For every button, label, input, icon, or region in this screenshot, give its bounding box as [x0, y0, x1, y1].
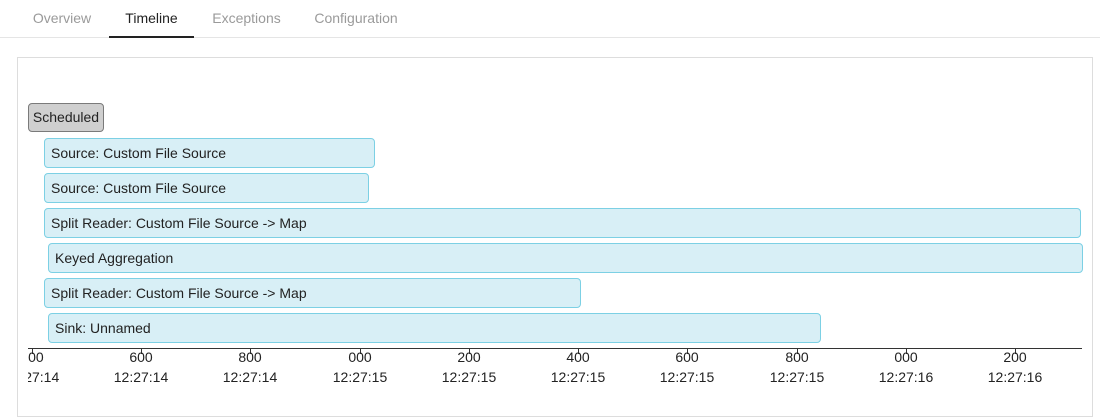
axis-tick-sublabel: 12:27:16	[987, 369, 1043, 385]
axis-tick-sublabel: 12:27:15	[550, 369, 606, 385]
axis-tick-label: 600	[129, 349, 153, 365]
axis-tick-sublabel: 12:27:16	[878, 369, 934, 385]
tab-configuration[interactable]: Configuration	[302, 0, 410, 38]
axis-tick-sublabel: 12:27:14	[222, 369, 278, 385]
tab-bar: Overview Timeline Exceptions Configurati…	[0, 0, 1100, 38]
group-label-scheduled: Scheduled	[28, 103, 104, 132]
axis-tick-label: 400	[566, 349, 590, 365]
timeline-item-split-reader-1[interactable]: Split Reader: Custom File Source -> Map	[44, 208, 1081, 238]
axis-tick-label: 600	[675, 349, 699, 365]
timeline-item-source-1[interactable]: Source: Custom File Source	[44, 138, 375, 168]
time-axis: 400 12:27:14 600 12:27:14 800 12:27:14 0…	[28, 349, 1100, 389]
tab-exceptions[interactable]: Exceptions	[199, 0, 294, 38]
axis-tick-sublabel: 12:27:15	[441, 369, 497, 385]
axis-tick-label: 200	[1003, 349, 1027, 365]
axis-tick-label: 000	[894, 349, 918, 365]
axis-tick-sublabel: 12:27:15	[332, 369, 388, 385]
timeline-item-split-reader-2[interactable]: Split Reader: Custom File Source -> Map	[44, 278, 581, 308]
axis-tick-label: 400	[28, 349, 44, 365]
axis-tick-sublabel: 12:27:15	[659, 369, 715, 385]
axis-tick-label: 000	[348, 349, 372, 365]
timeline-item-keyed-aggregation[interactable]: Keyed Aggregation	[48, 243, 1083, 273]
axis-tick-sublabel: 12:27:14	[113, 369, 169, 385]
axis-tick-label: 800	[238, 349, 262, 365]
axis-tick-label: 800	[785, 349, 809, 365]
tab-overview[interactable]: Overview	[20, 0, 104, 38]
timeline-item-sink[interactable]: Sink: Unnamed	[48, 313, 821, 343]
tab-timeline[interactable]: Timeline	[109, 0, 194, 38]
axis-tick-label: 200	[457, 349, 481, 365]
timeline-item-source-2[interactable]: Source: Custom File Source	[44, 173, 369, 203]
axis-tick-sublabel: 12:27:15	[769, 369, 825, 385]
axis-tick-sublabel: 12:27:14	[28, 369, 60, 385]
